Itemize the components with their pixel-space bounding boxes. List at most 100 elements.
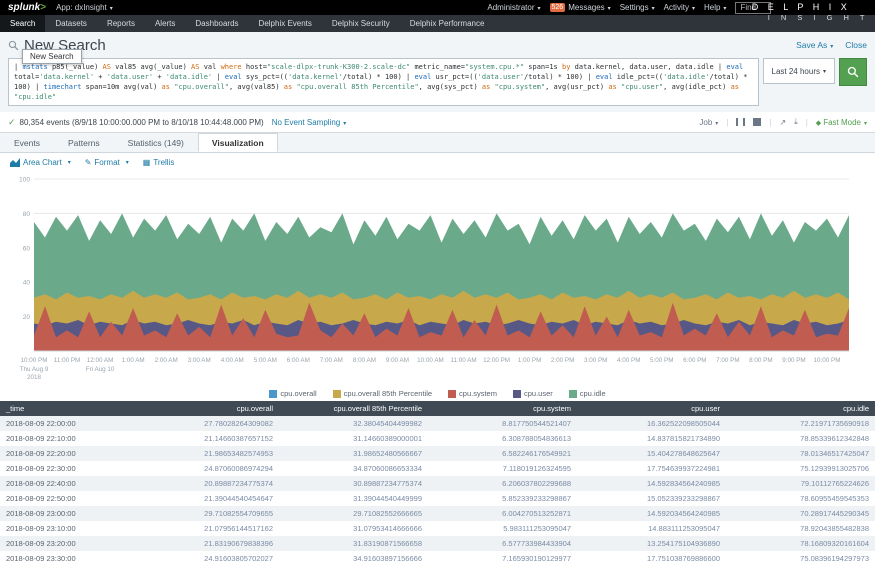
value-cell[interactable]: 5.852339233298867	[428, 491, 577, 506]
job-menu[interactable]: Job	[699, 118, 718, 127]
value-cell[interactable]: 6.582246176549921	[428, 446, 577, 461]
value-cell[interactable]: 31.39044540449999	[279, 491, 428, 506]
column-header-time[interactable]: _time	[0, 401, 130, 416]
value-cell[interactable]: 31.14660389000001	[279, 431, 428, 446]
value-cell[interactable]: 27.78028264309082	[130, 416, 279, 431]
column-header-cpu-overall[interactable]: cpu.overall	[130, 401, 279, 416]
value-cell[interactable]: 14.837815821734890	[577, 431, 726, 446]
value-cell[interactable]: 6.206037802299688	[428, 476, 577, 491]
help-menu[interactable]: Help	[704, 3, 726, 12]
value-cell[interactable]: 78.85339612342848	[726, 431, 875, 446]
time-cell[interactable]: 2018-08-09 22:30:00	[0, 461, 130, 476]
time-range-picker[interactable]: Last 24 hours	[763, 58, 836, 84]
value-cell[interactable]: 6.004270513252871	[428, 506, 577, 521]
save-as-button[interactable]: Save As	[796, 40, 833, 50]
value-cell[interactable]: 34.87060086653334	[279, 461, 428, 476]
value-cell[interactable]: 17.751038769886600	[577, 551, 726, 561]
value-cell[interactable]: 78.16809320161604	[726, 536, 875, 551]
value-cell[interactable]: 29.71082554709655	[130, 506, 279, 521]
value-cell[interactable]: 31.07953414666666	[279, 521, 428, 536]
value-cell[interactable]: 8.817750544521407	[428, 416, 577, 431]
time-cell[interactable]: 2018-08-09 23:10:00	[0, 521, 130, 536]
time-cell[interactable]: 2018-08-09 23:00:00	[0, 506, 130, 521]
nav-item-alerts[interactable]: Alerts	[145, 15, 185, 32]
value-cell[interactable]: 78.92043855482838	[726, 521, 875, 536]
column-header-cpu-overall-85th-percentile[interactable]: cpu.overall 85th Percentile	[279, 401, 428, 416]
value-cell[interactable]: 31.83190871566658	[279, 536, 428, 551]
time-cell[interactable]: 2018-08-09 22:00:00	[0, 416, 130, 431]
value-cell[interactable]: 70.28917445290345	[726, 506, 875, 521]
value-cell[interactable]: 78.01346517425047	[726, 446, 875, 461]
activity-menu[interactable]: Activity	[664, 3, 695, 12]
value-cell[interactable]: 21.98653482574953	[130, 446, 279, 461]
legend-item-cpu-system[interactable]: cpu.system	[448, 389, 497, 398]
tab-statistics-149[interactable]: Statistics (149)	[114, 133, 198, 152]
time-cell[interactable]: 2018-08-09 22:10:00	[0, 431, 130, 446]
value-cell[interactable]: 75.12939913025706	[726, 461, 875, 476]
value-cell[interactable]: 78.60955459545353	[726, 491, 875, 506]
fast-mode-toggle[interactable]: ◆Fast Mode	[816, 118, 867, 127]
area-chart[interactable]: 2040608010010:00 PM11:00 PM12:00 AM1:00 …	[0, 171, 875, 388]
value-cell[interactable]: 21.39044540454647	[130, 491, 279, 506]
value-cell[interactable]: 24.87060086974294	[130, 461, 279, 476]
value-cell[interactable]: 16.362522098505044	[577, 416, 726, 431]
time-cell[interactable]: 2018-08-09 22:50:00	[0, 491, 130, 506]
time-cell[interactable]: 2018-08-09 23:30:00	[0, 551, 130, 561]
value-cell[interactable]: 15.052339233298867	[577, 491, 726, 506]
share-button[interactable]: ↗	[779, 118, 786, 127]
search-submit-button[interactable]	[839, 58, 867, 86]
legend-item-cpu-overall-85th-percentile[interactable]: cpu.overall 85th Percentile	[333, 389, 432, 398]
nav-item-datasets[interactable]: Datasets	[45, 15, 97, 32]
value-cell[interactable]: 15.404278648625647	[577, 446, 726, 461]
value-cell[interactable]: 13.254175104936890	[577, 536, 726, 551]
nav-item-dashboards[interactable]: Dashboards	[185, 15, 248, 32]
time-cell[interactable]: 2018-08-09 23:20:00	[0, 536, 130, 551]
value-cell[interactable]: 5.983111253095047	[428, 521, 577, 536]
value-cell[interactable]: 6.308788054836613	[428, 431, 577, 446]
value-cell[interactable]: 30.89887234775374	[279, 476, 428, 491]
legend-item-cpu-idle[interactable]: cpu.idle	[569, 389, 606, 398]
search-query-input[interactable]: | mstats p85(_value) AS val85 avg(_value…	[8, 58, 759, 106]
column-header-cpu-system[interactable]: cpu.system	[428, 401, 577, 416]
column-header-cpu-user[interactable]: cpu.user	[577, 401, 726, 416]
time-cell[interactable]: 2018-08-09 22:40:00	[0, 476, 130, 491]
value-cell[interactable]: 21.14660387657152	[130, 431, 279, 446]
administrator-menu[interactable]: Administrator	[487, 3, 540, 12]
value-cell[interactable]: 21.07956144517162	[130, 521, 279, 536]
app-menu[interactable]: App: dxInsight	[56, 3, 113, 12]
tab-events[interactable]: Events	[0, 133, 54, 152]
nav-item-delphix-events[interactable]: Delphix Events	[249, 15, 322, 32]
close-button[interactable]: Close	[845, 40, 867, 50]
nav-item-delphix-performance[interactable]: Delphix Performance	[400, 15, 495, 32]
format-menu[interactable]: ✎ Format	[85, 158, 129, 167]
value-cell[interactable]: 14.592034564240985	[577, 506, 726, 521]
value-cell[interactable]: 14.592834564240985	[577, 476, 726, 491]
settings-menu[interactable]: Settings	[620, 3, 655, 12]
value-cell[interactable]: 79.10112765224626	[726, 476, 875, 491]
messages-menu[interactable]: Messages	[568, 3, 610, 12]
legend-item-cpu-user[interactable]: cpu.user	[513, 389, 553, 398]
value-cell[interactable]: 7.118019126324595	[428, 461, 577, 476]
value-cell[interactable]: 24.91603805702027	[130, 551, 279, 561]
value-cell[interactable]: 17.754639937224981	[577, 461, 726, 476]
export-button[interactable]: ⤓	[794, 117, 798, 127]
value-cell[interactable]: 32.38045404499982	[279, 416, 428, 431]
nav-item-delphix-security[interactable]: Delphix Security	[322, 15, 400, 32]
value-cell[interactable]: 72.21971735690918	[726, 416, 875, 431]
nav-item-reports[interactable]: Reports	[97, 15, 145, 32]
column-header-cpu-idle[interactable]: cpu.idle	[726, 401, 875, 416]
value-cell[interactable]: 21.83190679838396	[130, 536, 279, 551]
event-sampling-menu[interactable]: No Event Sampling	[272, 118, 347, 127]
value-cell[interactable]: 14.883111253095047	[577, 521, 726, 536]
value-cell[interactable]: 75.08396194297973	[726, 551, 875, 561]
value-cell[interactable]: 29.71082552666665	[279, 506, 428, 521]
nav-item-search[interactable]: Search	[0, 15, 45, 32]
value-cell[interactable]: 31.98652480566667	[279, 446, 428, 461]
chart-type-picker[interactable]: Area Chart	[10, 158, 71, 167]
pause-button[interactable]	[736, 118, 745, 126]
tab-visualization[interactable]: Visualization	[198, 133, 278, 152]
tab-patterns[interactable]: Patterns	[54, 133, 114, 152]
value-cell[interactable]: 34.91603897156666	[279, 551, 428, 561]
value-cell[interactable]: 6.577733984433904	[428, 536, 577, 551]
time-cell[interactable]: 2018-08-09 22:20:00	[0, 446, 130, 461]
